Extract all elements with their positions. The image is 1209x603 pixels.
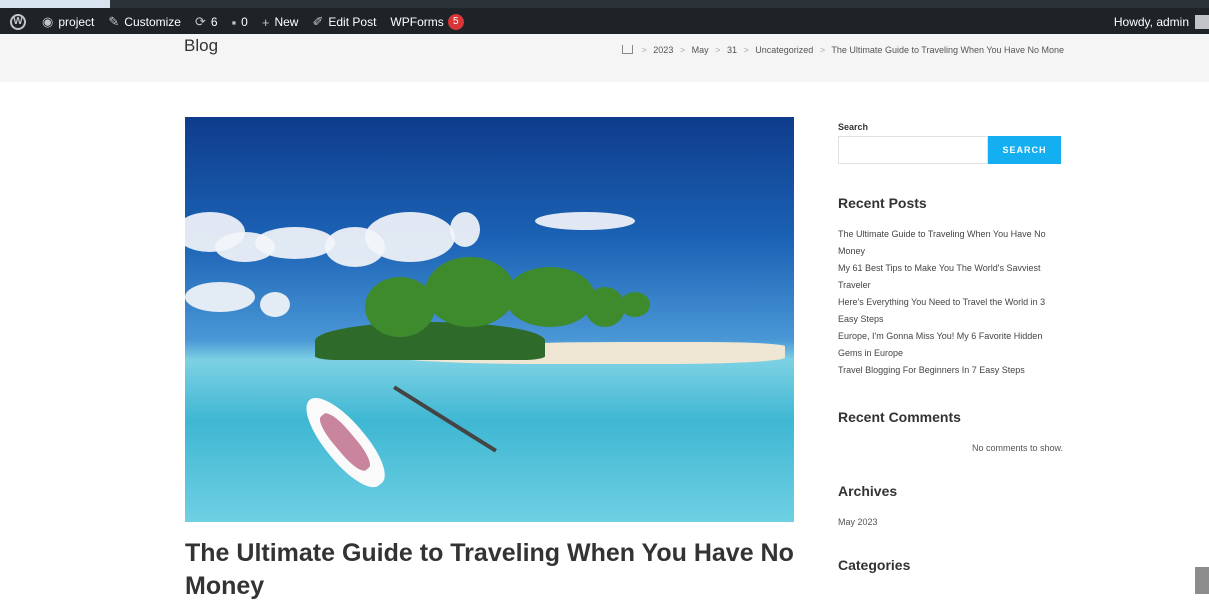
search-button[interactable]: SEARCH: [988, 136, 1061, 164]
cloud: [450, 212, 480, 247]
palm-tree: [425, 257, 515, 327]
howdy-label: Howdy, admin: [1113, 15, 1189, 29]
breadcrumb-separator: >: [819, 45, 826, 55]
recent-posts-list: The Ultimate Guide to Traveling When You…: [838, 226, 1063, 379]
featured-image: [185, 117, 794, 522]
palm-tree: [585, 287, 625, 327]
recent-post-link[interactable]: My 61 Best Tips to Make You The World's …: [838, 260, 1063, 294]
site-name-label: project: [58, 15, 95, 29]
cloud: [365, 212, 455, 262]
island: [315, 322, 545, 360]
cloud: [535, 212, 635, 230]
breadcrumb-separator: >: [715, 45, 721, 55]
paintbrush-icon: ✎: [108, 14, 120, 29]
breadcrumb-separator: >: [679, 45, 686, 55]
recent-comments-title: Recent Comments: [838, 409, 961, 425]
cloud: [185, 282, 255, 312]
comment-icon: ▪: [231, 14, 237, 30]
page-header: Blog > 2023 > May > 31 > Uncategorized >…: [0, 34, 1209, 82]
avatar: [1195, 15, 1209, 29]
comments-count: 0: [241, 15, 248, 29]
admin-bar-items: W ◉ project ✎ Customize ⟳ 6 ▪ 0 + New ✐ …: [10, 12, 478, 32]
palm-tree: [505, 267, 595, 327]
account-menu[interactable]: Howdy, admin: [1114, 12, 1209, 32]
cloud: [260, 292, 290, 317]
browser-edge: [0, 0, 1209, 8]
palm-tree: [620, 292, 650, 317]
admin-bar: W ◉ project ✎ Customize ⟳ 6 ▪ 0 + New ✐ …: [0, 0, 1209, 34]
customize-link[interactable]: ✎ Customize: [108, 14, 181, 30]
no-comments-text: No comments to show.: [971, 443, 1063, 453]
customize-label: Customize: [124, 15, 181, 29]
page-title: Blog: [184, 36, 219, 55]
wordpress-logo-icon[interactable]: W: [10, 14, 26, 30]
breadcrumb-day[interactable]: 31: [727, 45, 737, 55]
recent-posts-title: Recent Posts: [838, 195, 927, 211]
search-label: Search: [838, 122, 869, 132]
cloud: [255, 227, 335, 259]
home-icon[interactable]: [622, 45, 633, 54]
edit-post-link[interactable]: ✐ Edit Post: [312, 14, 376, 30]
boat-outrigger: [393, 385, 497, 453]
sidebar: Search SEARCH Recent Posts The Ultimate …: [838, 118, 1063, 573]
scroll-to-top-button[interactable]: [1195, 567, 1209, 594]
breadcrumb-year[interactable]: 2023: [653, 45, 673, 55]
wpforms-label: WPForms: [390, 15, 444, 29]
recent-post-link[interactable]: Here's Everything You Need to Travel the…: [838, 294, 1063, 328]
archives-title: Archives: [838, 483, 898, 499]
search-input[interactable]: [838, 136, 988, 164]
breadcrumb-separator: >: [641, 45, 647, 55]
edit-post-label: Edit Post: [328, 15, 377, 29]
breadcrumb-current: The Ultimate Guide to Traveling When You…: [831, 45, 1065, 55]
post-title[interactable]: The Ultimate Guide to Traveling When You…: [185, 537, 795, 603]
breadcrumb-category[interactable]: Uncategorized: [755, 45, 813, 55]
archive-link[interactable]: May 2023: [838, 517, 1063, 527]
plus-icon: +: [261, 14, 270, 30]
recent-post-link[interactable]: Europe, I'm Gonna Miss You! My 6 Favorit…: [838, 328, 1063, 362]
breadcrumb-separator: >: [743, 45, 749, 55]
site-name-link[interactable]: ◉ project: [42, 14, 94, 30]
dashboard-icon: ◉: [42, 14, 54, 29]
wpforms-link[interactable]: WPForms 5: [390, 14, 464, 30]
categories-title: Categories: [838, 557, 911, 573]
browser-tab-edge: [0, 0, 110, 8]
breadcrumb-month[interactable]: May: [692, 45, 709, 55]
wpforms-badge: 5: [447, 14, 464, 30]
updates-link[interactable]: ⟳ 6: [195, 14, 218, 30]
recent-post-link[interactable]: Travel Blogging For Beginners In 7 Easy …: [838, 362, 1063, 379]
comments-link[interactable]: ▪ 0: [232, 15, 248, 30]
updates-icon: ⟳: [194, 14, 206, 29]
pencil-icon: ✐: [312, 14, 324, 29]
new-label: New: [274, 15, 299, 29]
updates-count: 6: [210, 15, 218, 29]
breadcrumb: > 2023 > May > 31 > Uncategorized > The …: [622, 44, 1064, 55]
recent-post-link[interactable]: The Ultimate Guide to Traveling When You…: [838, 226, 1063, 260]
new-content-link[interactable]: + New: [262, 15, 299, 30]
search-form: SEARCH: [838, 136, 1063, 164]
